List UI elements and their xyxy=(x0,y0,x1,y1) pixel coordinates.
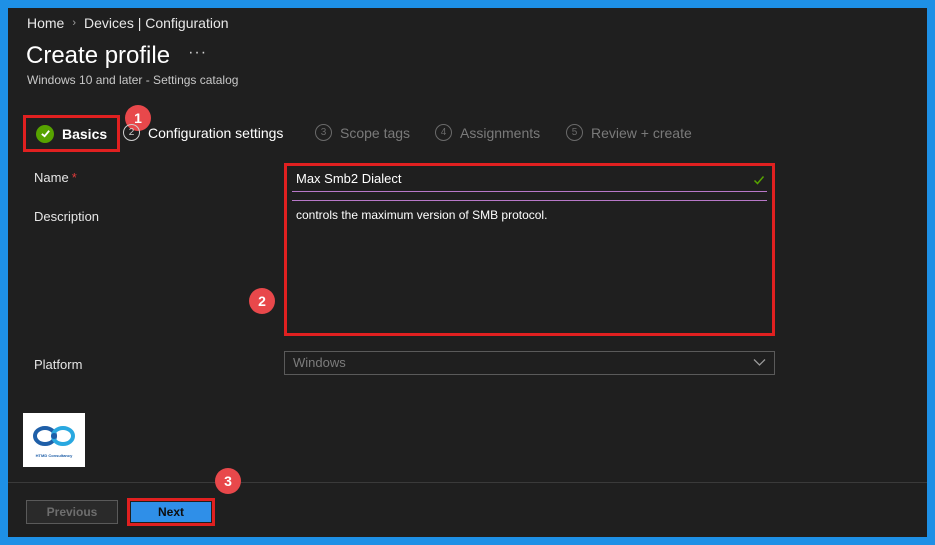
tab-assignments-label: Assignments xyxy=(460,124,541,141)
next-button[interactable]: Next xyxy=(131,502,211,522)
name-input-value: Max Smb2 Dialect xyxy=(296,171,402,186)
previous-button[interactable]: Previous xyxy=(26,500,118,524)
check-circle-icon xyxy=(36,124,54,143)
description-textarea[interactable]: controls the maximum version of SMB prot… xyxy=(292,200,767,328)
step-number: 3 xyxy=(315,124,332,141)
breadcrumb: Home › Devices | Configuration xyxy=(27,15,229,31)
tab-configuration-settings-label: Configuration settings xyxy=(148,124,284,141)
tab-assignments[interactable]: 4 Assignments xyxy=(435,124,540,141)
breadcrumb-home[interactable]: Home xyxy=(27,15,64,31)
page-title-row: Create profile ··· xyxy=(26,42,207,70)
tab-scope-tags[interactable]: 3 Scope tags xyxy=(315,124,410,141)
tab-basics-label: Basics xyxy=(62,125,108,142)
footer-divider xyxy=(8,482,927,483)
htmd-logo-mark xyxy=(33,426,75,446)
name-label: Name * xyxy=(34,170,77,185)
annotation-badge-3: 3 xyxy=(215,468,241,494)
page-title: Create profile xyxy=(26,42,171,69)
tab-configuration-settings[interactable]: 2 Configuration settings xyxy=(123,124,283,141)
name-input[interactable]: Max Smb2 Dialect xyxy=(292,169,767,192)
step-number: 4 xyxy=(435,124,452,141)
htmd-logo: HTMD Consultancy xyxy=(23,413,85,467)
tab-scope-tags-label: Scope tags xyxy=(340,124,411,141)
logo-text: HTMD Consultancy xyxy=(35,453,73,458)
platform-value: Windows xyxy=(293,355,346,370)
name-description-highlight: Max Smb2 Dialect controls the maximum ve… xyxy=(284,163,775,336)
create-profile-window: Home › Devices | Configuration Create pr… xyxy=(8,8,927,537)
description-label: Description xyxy=(34,209,100,224)
step-number: 5 xyxy=(566,124,583,141)
chevron-right-icon: › xyxy=(72,17,77,29)
page-subtitle: Windows 10 and later - Settings catalog xyxy=(27,73,239,87)
platform-label: Platform xyxy=(34,357,83,372)
required-marker: * xyxy=(71,170,77,185)
description-value: controls the maximum version of SMB prot… xyxy=(296,208,548,222)
tab-basics[interactable]: Basics xyxy=(23,115,120,152)
step-number: 2 xyxy=(123,124,140,141)
tab-review-create-label: Review + create xyxy=(591,124,692,141)
more-options-icon[interactable]: ··· xyxy=(188,44,207,62)
chevron-down-icon xyxy=(753,359,766,366)
checkmark-icon xyxy=(753,176,765,185)
tab-review-create[interactable]: 5 Review + create xyxy=(566,124,692,141)
breadcrumb-devices-configuration[interactable]: Devices | Configuration xyxy=(84,15,228,31)
name-label-text: Name xyxy=(34,170,69,185)
next-button-highlight: Next xyxy=(127,498,215,526)
platform-dropdown[interactable]: Windows xyxy=(284,351,775,375)
annotation-badge-2: 2 xyxy=(249,288,275,314)
